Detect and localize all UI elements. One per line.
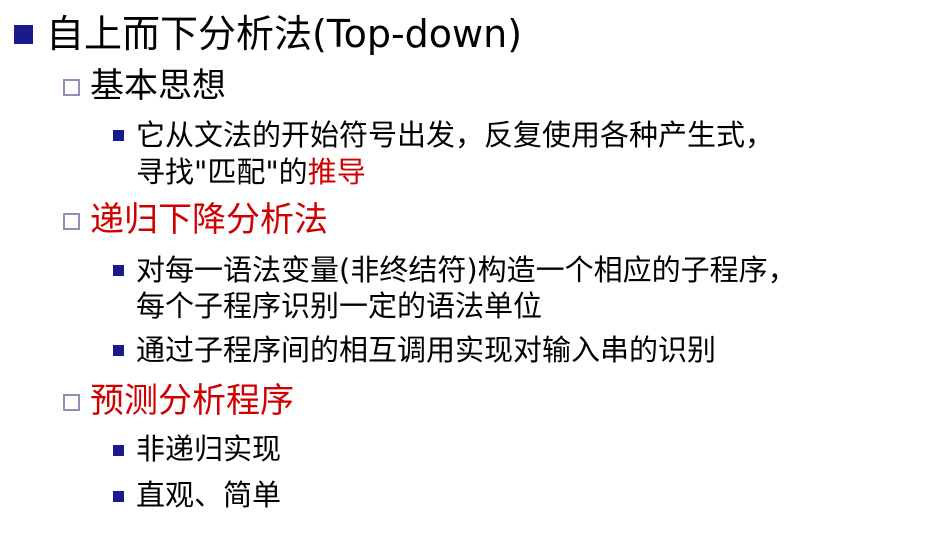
section-1-item-1-line-2: 寻找"匹配"的推导 xyxy=(136,154,366,190)
slide-title: 自上而下分析法(Top-down) xyxy=(46,12,523,56)
section-2-item-1-line-2: 每个子程序识别一定的语法单位 xyxy=(136,289,543,323)
section-1-heading: 基本思想 xyxy=(90,66,226,106)
section-3-item-1-line-1: 非递归实现 xyxy=(136,432,282,466)
section-3-heading: 预测分析程序 xyxy=(90,381,294,421)
section-2-heading: 递归下降分析法 xyxy=(90,200,328,240)
section-2-item-2-bullet-icon xyxy=(113,345,124,356)
section-1-item-1-bullet-icon xyxy=(113,130,124,141)
section-1-item-1-line-1: 它从文法的开始符号出发，反复使用各种产生式， xyxy=(136,118,775,152)
slide: 自上而下分析法(Top-down) 基本思想 它从文法的开始符号出发，反复使用各… xyxy=(0,0,932,542)
section-2-item-1-bullet-icon xyxy=(113,265,124,276)
section-2-item-1-line-1: 对每一语法变量(非终结符)构造一个相应的子程序， xyxy=(136,253,797,287)
title-bullet-icon xyxy=(14,25,33,44)
section-3-item-1-bullet-icon xyxy=(113,445,124,456)
section-2-bullet-icon xyxy=(63,213,80,230)
section-3-bullet-icon xyxy=(63,394,80,411)
section-1-item-1-line-2-text: 寻找"匹配"的 xyxy=(136,155,308,189)
section-1-bullet-icon xyxy=(63,79,80,96)
section-3-item-2-line-1: 直观、简单 xyxy=(136,478,282,512)
section-1-item-1-highlight: 推导 xyxy=(307,155,366,189)
section-3-item-2-bullet-icon xyxy=(113,491,124,502)
section-2-item-2-line-1: 通过子程序间的相互调用实现对输入串的识别 xyxy=(136,333,717,367)
